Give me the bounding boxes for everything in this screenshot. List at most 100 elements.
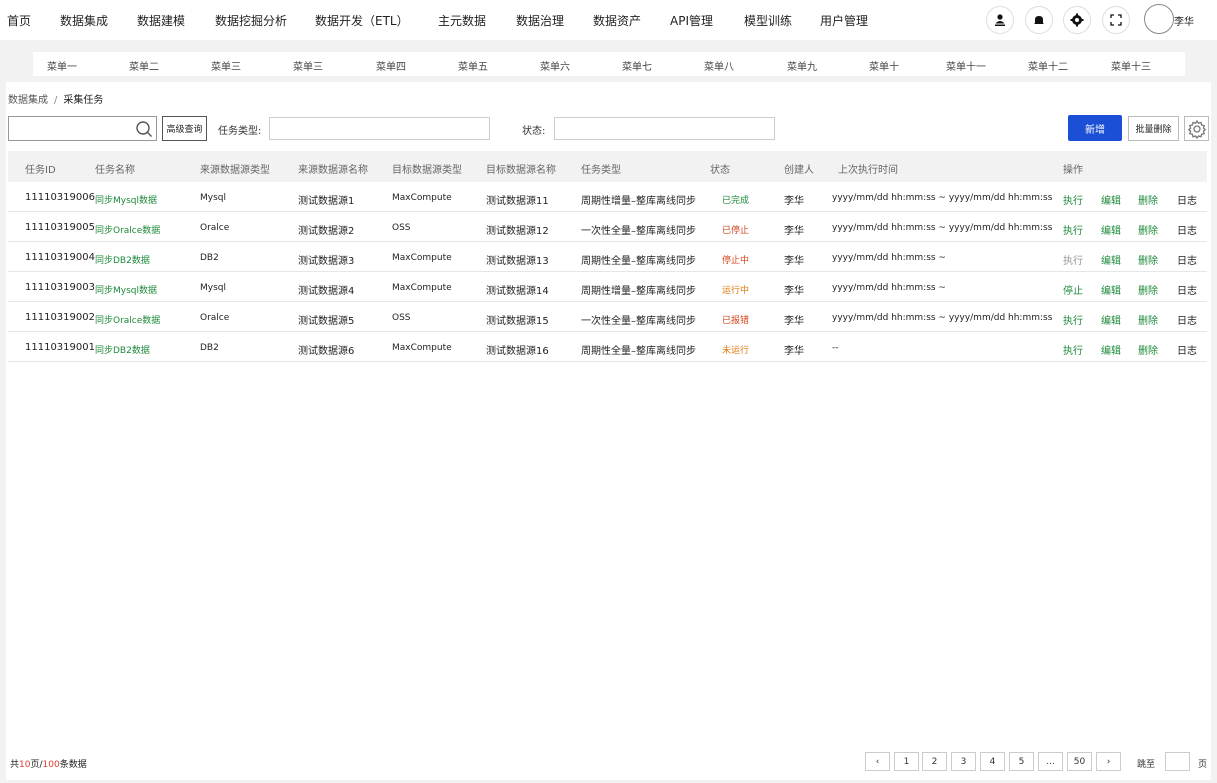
target-name-cell: 测试数据源13 [486, 256, 549, 267]
search-input[interactable] [11, 119, 131, 138]
column-header: 状态 [710, 165, 730, 176]
table-row: 11110319006 同步Mysql数据 Mysql 测试数据源1 MaxComput… [8, 182, 1207, 212]
delete-action-link[interactable]: 删除 [1138, 312, 1158, 327]
column-settings-button[interactable] [1184, 116, 1209, 141]
page-button-4[interactable]: 4 [980, 752, 1005, 771]
sub-menu-item[interactable]: 菜单十三 [1111, 58, 1151, 73]
task-name-link[interactable]: 同步Mysql数据 [95, 193, 157, 206]
sub-menu-item[interactable]: 菜单一 [47, 58, 77, 73]
log-action-link[interactable]: 日志 [1177, 222, 1197, 237]
jump-page-input[interactable] [1165, 752, 1190, 771]
sub-menu-item[interactable]: 菜单四 [376, 58, 406, 73]
page-button-3[interactable]: 3 [951, 752, 976, 771]
advanced-search-button[interactable]: 高级查询 [162, 116, 207, 141]
status-badge: 已报错 [722, 316, 750, 326]
delete-action-link[interactable]: 删除 [1138, 192, 1158, 207]
status-label: 状态: [522, 126, 546, 137]
delete-action-link[interactable]: 删除 [1138, 252, 1158, 267]
edit-action-link[interactable]: 编辑 [1101, 192, 1121, 207]
edit-action-link[interactable]: 编辑 [1101, 222, 1121, 237]
breadcrumb-parent[interactable]: 数据集成 [8, 95, 48, 106]
page-button-5[interactable]: 5 [1009, 752, 1034, 771]
log-action-link[interactable]: 日志 [1177, 282, 1197, 297]
nav-item-user-management[interactable]: 用户管理 [820, 12, 868, 29]
last-run-cell: -- [832, 343, 839, 353]
sub-menu-item[interactable]: 菜单二 [129, 58, 159, 73]
search-icon[interactable] [135, 120, 153, 138]
nav-item-data-modeling[interactable]: 数据建模 [137, 12, 185, 29]
task-type-label: 任务类型: [218, 126, 262, 137]
nav-item-data-assets[interactable]: 数据资产 [593, 12, 641, 29]
target-type-cell: OSS [392, 223, 411, 233]
sub-menu-item[interactable]: 菜单十 [869, 58, 899, 73]
log-action-link[interactable]: 日志 [1177, 342, 1197, 357]
table-row: 11110319003 同步Mysql数据 Mysql 测试数据源4 MaxComput… [8, 272, 1207, 302]
batch-delete-button[interactable]: 批量删除 [1128, 116, 1179, 141]
log-action-link[interactable]: 日志 [1177, 192, 1197, 207]
log-action-link[interactable]: 日志 [1177, 252, 1197, 267]
sub-menu-item[interactable]: 菜单十二 [1028, 58, 1068, 73]
status-input[interactable] [554, 117, 775, 140]
total-pages: 10 [19, 760, 31, 770]
page-button-50[interactable]: 50 [1067, 752, 1092, 771]
sub-menu-item[interactable]: 菜单六 [540, 58, 570, 73]
nav-item-master-data[interactable]: 主元数据 [438, 12, 486, 29]
total-prefix: 共 [10, 760, 20, 770]
sub-menu-item[interactable]: 菜单九 [787, 58, 817, 73]
column-header: 上次执行时间 [838, 165, 898, 176]
fullscreen-button[interactable] [1102, 6, 1130, 34]
sub-menu-item[interactable]: 菜单三 [211, 58, 241, 73]
task-name-link[interactable]: 同步DB2数据 [95, 253, 150, 266]
nav-item-model-training[interactable]: 模型训练 [744, 12, 792, 29]
nav-item-data-governance[interactable]: 数据治理 [516, 12, 564, 29]
source-name-cell: 测试数据源4 [298, 286, 355, 297]
delete-action-link[interactable]: 删除 [1138, 342, 1158, 357]
edit-action-link[interactable]: 编辑 [1101, 282, 1121, 297]
user-upload-button[interactable] [986, 6, 1014, 34]
run-action-link[interactable]: 执行 [1063, 312, 1083, 327]
gear-icon [1187, 119, 1206, 139]
edit-action-link[interactable]: 编辑 [1101, 312, 1121, 327]
task-name-link[interactable]: 同步DB2数据 [95, 343, 150, 356]
next-page-button[interactable]: › [1096, 752, 1121, 771]
nav-item-data-integration[interactable]: 数据集成 [60, 12, 108, 29]
task-type-input[interactable] [269, 117, 490, 140]
column-header: 任务类型 [581, 165, 621, 176]
settings-button[interactable] [1063, 6, 1091, 34]
source-type-cell: Oralce [200, 223, 230, 233]
run-action-link[interactable]: 停止 [1063, 282, 1083, 297]
delete-action-link[interactable]: 删除 [1138, 282, 1158, 297]
sub-menu-item[interactable]: 菜单八 [704, 58, 734, 73]
avatar[interactable] [1144, 4, 1174, 34]
source-name-cell: 测试数据源5 [298, 316, 355, 327]
run-action-link[interactable]: 执行 [1063, 192, 1083, 207]
prev-page-button[interactable]: ‹ [865, 752, 890, 771]
edit-action-link[interactable]: 编辑 [1101, 342, 1121, 357]
nav-item-api[interactable]: API管理 [670, 12, 713, 29]
task-type-cell: 一次性全量–整库离线同步 [581, 226, 696, 237]
run-action-link[interactable]: 执行 [1063, 222, 1083, 237]
sub-menu-item[interactable]: 菜单七 [622, 58, 652, 73]
run-action-link[interactable]: 执行 [1063, 252, 1083, 267]
task-name-link[interactable]: 同步Oralce数据 [95, 223, 160, 236]
nav-item-data-mining[interactable]: 数据挖掘分析 [215, 12, 287, 29]
task-name-link[interactable]: 同步Oralce数据 [95, 313, 160, 326]
delete-action-link[interactable]: 删除 [1138, 222, 1158, 237]
sub-menu-item[interactable]: 菜单十一 [946, 58, 986, 73]
column-header: 来源数据源名称 [298, 165, 368, 176]
run-action-link[interactable]: 执行 [1063, 342, 1083, 357]
sub-menu-item[interactable]: 菜单三 [293, 58, 323, 73]
user-name[interactable]: 李华 [1174, 13, 1194, 28]
page-button-1[interactable]: 1 [894, 752, 919, 771]
edit-action-link[interactable]: 编辑 [1101, 252, 1121, 267]
notification-button[interactable] [1025, 6, 1053, 34]
task-type-cell: 周期性全量–整库离线同步 [581, 346, 696, 357]
new-button[interactable]: 新增 [1068, 115, 1122, 141]
nav-item-etl[interactable]: 数据开发（ETL） [315, 12, 409, 29]
log-action-link[interactable]: 日志 [1177, 312, 1197, 327]
status-badge: 已完成 [722, 196, 750, 206]
task-name-link[interactable]: 同步Mysql数据 [95, 283, 157, 296]
page-button-2[interactable]: 2 [922, 752, 947, 771]
nav-item-home[interactable]: 首页 [7, 12, 31, 29]
sub-menu-item[interactable]: 菜单五 [458, 58, 488, 73]
